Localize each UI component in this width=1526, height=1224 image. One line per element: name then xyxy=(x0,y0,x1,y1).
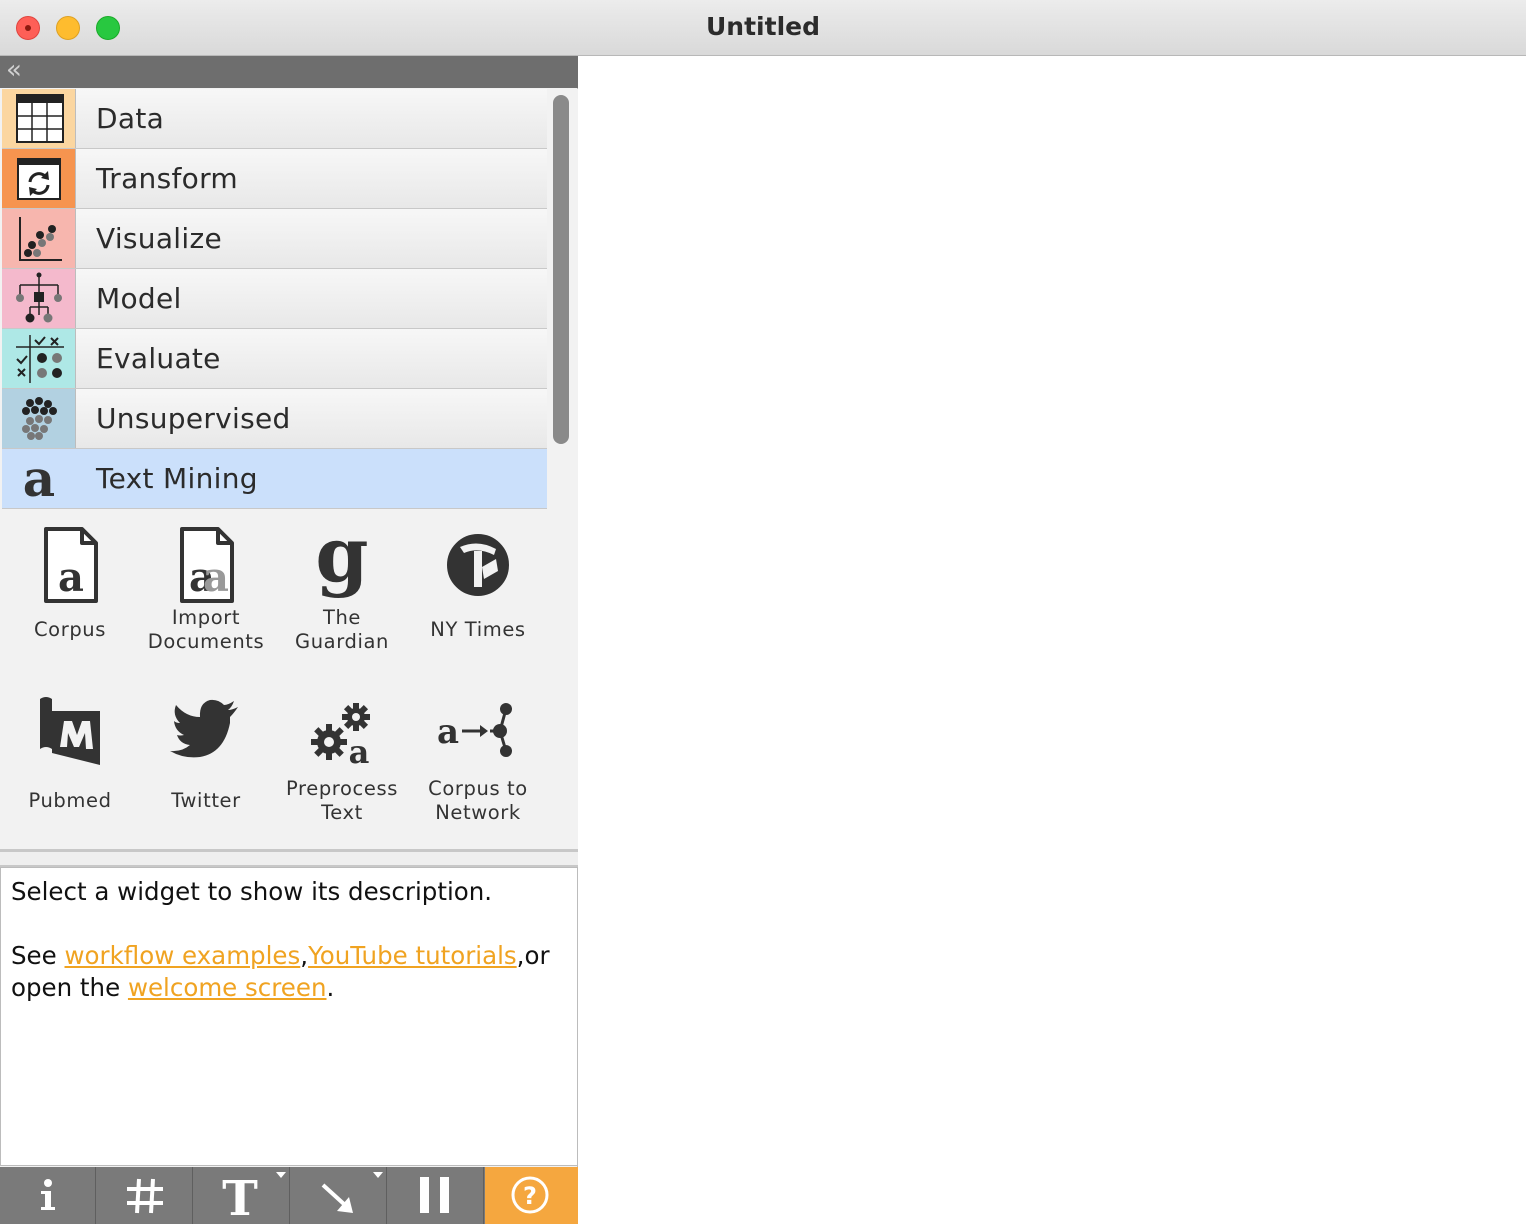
toolbox-scrollbar[interactable] xyxy=(553,95,569,444)
widget-label: Import Documents xyxy=(147,606,265,653)
collapse-dock-icon[interactable]: « xyxy=(6,57,22,83)
widget-ny-times[interactable]: NY Times xyxy=(413,519,543,679)
clusters-icon xyxy=(2,389,76,448)
widget-label: Corpus xyxy=(33,618,107,641)
category-label: Unsupervised xyxy=(96,402,291,435)
pause-icon xyxy=(420,1177,449,1213)
corpus-to-network-icon: a xyxy=(438,703,512,757)
widget-corpus-to-network[interactable]: a Corpus to Network xyxy=(413,687,543,847)
category-transform[interactable]: Transform xyxy=(2,149,547,209)
widget-twitter[interactable]: Twitter xyxy=(141,687,271,847)
category-label: Visualize xyxy=(96,222,222,255)
category-data[interactable]: Data xyxy=(2,89,547,149)
category-model[interactable]: Model xyxy=(2,269,547,329)
workflow-examples-link[interactable]: workflow examples xyxy=(65,941,301,970)
twitter-icon xyxy=(170,699,238,758)
svg-text:T: T xyxy=(222,1171,258,1224)
description-welcome-line: open the welcome screen. xyxy=(11,973,335,1002)
category-label: Model xyxy=(96,282,182,315)
widget-label: The Guardian xyxy=(295,606,389,653)
widget-pubmed[interactable]: Pubmed xyxy=(5,687,135,847)
window-title: Untitled xyxy=(706,12,820,41)
corpus-icon: a xyxy=(44,527,98,603)
text-annotation-icon: T xyxy=(222,1171,286,1224)
widget-preprocess-text[interactable]: a Preprocess Text xyxy=(277,687,407,847)
text-annotation-button[interactable]: T xyxy=(194,1167,290,1224)
panel-splitter[interactable] xyxy=(0,849,578,867)
bottom-toolbar: T ? xyxy=(0,1167,578,1224)
category-label: Evaluate xyxy=(96,342,221,375)
widget-label: NY Times xyxy=(430,618,526,641)
pubmed-icon xyxy=(40,697,100,765)
widget-label: Corpus to Network xyxy=(428,777,528,824)
svg-text:a: a xyxy=(23,449,55,508)
help-icon: ? xyxy=(511,1176,549,1214)
info-button[interactable] xyxy=(0,1167,96,1224)
info-icon xyxy=(41,1179,55,1210)
scatter-plot-icon xyxy=(2,209,76,268)
description-links-line: See workflow examples,YouTube tutorials,… xyxy=(11,941,550,970)
widget-label: Twitter xyxy=(171,789,241,812)
category-visualize[interactable]: Visualize xyxy=(2,209,547,269)
widget-toolbox: Data Transform Visualize Model Evaluate … xyxy=(0,89,578,849)
text-mining-icon: a xyxy=(2,449,76,508)
dock-header: « xyxy=(0,56,578,88)
svg-text:a: a xyxy=(58,554,84,601)
widget-label: Preprocess Text xyxy=(286,777,398,824)
widget-the-guardian[interactable]: g The Guardian xyxy=(277,519,407,679)
nytimes-icon xyxy=(447,534,509,596)
category-evaluate[interactable]: Evaluate xyxy=(2,329,547,389)
category-label: Data xyxy=(96,102,165,135)
svg-text:g: g xyxy=(315,519,368,599)
widget-corpus[interactable]: a Corpus xyxy=(5,519,135,679)
widget-import-documents[interactable]: a a Import Documents xyxy=(141,519,271,679)
tree-model-icon xyxy=(2,269,76,328)
category-unsupervised[interactable]: Unsupervised xyxy=(2,389,547,449)
description-text: Select a widget to show its description. xyxy=(11,877,493,906)
grid-icon xyxy=(127,1178,163,1214)
title-bar: Untitled xyxy=(0,0,1526,56)
welcome-screen-link[interactable]: welcome screen xyxy=(128,973,327,1002)
table-icon xyxy=(2,89,76,148)
arrow-annotation-button[interactable] xyxy=(291,1167,387,1224)
category-text-mining[interactable]: a Text Mining xyxy=(2,449,547,509)
grid-button[interactable] xyxy=(97,1167,193,1224)
svg-text:a: a xyxy=(438,712,459,752)
workflow-canvas[interactable] xyxy=(579,57,1526,1224)
import-documents-icon: a a xyxy=(180,527,234,603)
arrow-annotation-icon xyxy=(321,1172,383,1213)
svg-text:a: a xyxy=(203,554,229,601)
help-button[interactable]: ? xyxy=(485,1167,578,1224)
category-label: Text Mining xyxy=(96,462,258,495)
widget-label: Pubmed xyxy=(28,789,112,812)
transform-icon xyxy=(2,149,76,208)
category-label: Transform xyxy=(96,162,238,195)
pause-button[interactable] xyxy=(388,1167,484,1224)
youtube-tutorials-link[interactable]: YouTube tutorials xyxy=(308,941,517,970)
svg-text:?: ? xyxy=(523,1182,537,1210)
preprocess-text-icon: a xyxy=(311,703,370,771)
evaluate-icon xyxy=(2,329,76,388)
svg-text:a: a xyxy=(349,733,370,771)
guardian-icon: g xyxy=(315,519,368,599)
widget-description-panel: Select a widget to show its description.… xyxy=(0,867,578,1166)
widget-dock: « Data Transform Visualize Model Evaluat… xyxy=(0,56,578,1224)
